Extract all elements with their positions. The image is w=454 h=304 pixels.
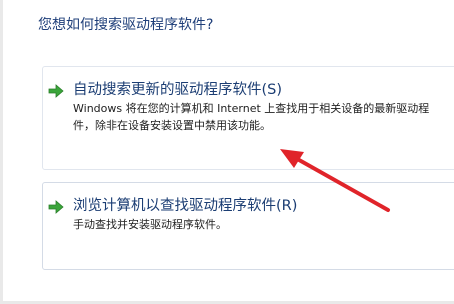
auto-search-description: Windows 将在您的计算机和 Internet 上查找用于相关设备的最新驱动…	[73, 100, 454, 134]
green-arrow-icon	[48, 83, 64, 98]
auto-search-title: 自动搜索更新的驱动程序软件(S)	[73, 82, 283, 98]
window-left-edge	[0, 0, 3, 304]
browse-computer-desc-line1: 手动查找并安装驱动程序软件。	[73, 218, 227, 231]
auto-search-desc-line1: Windows 将在您的计算机和 Internet 上查找用于相关设备的最新驱动…	[73, 102, 430, 115]
green-arrow-icon	[48, 199, 64, 214]
browse-computer-option[interactable]: 浏览计算机以查找驱动程序软件(R) 手动查找并安装驱动程序软件。	[42, 182, 454, 270]
browse-computer-description: 手动查找并安装驱动程序软件。	[73, 216, 454, 233]
auto-search-option[interactable]: 自动搜索更新的驱动程序软件(S) Windows 将在您的计算机和 Intern…	[42, 66, 454, 170]
browse-computer-title: 浏览计算机以查找驱动程序软件(R)	[73, 198, 298, 214]
auto-search-desc-line2: 件，除非在设备安装设置中禁用该功能。	[73, 119, 271, 132]
page-question: 您想如何搜索驱动程序软件?	[38, 17, 214, 33]
